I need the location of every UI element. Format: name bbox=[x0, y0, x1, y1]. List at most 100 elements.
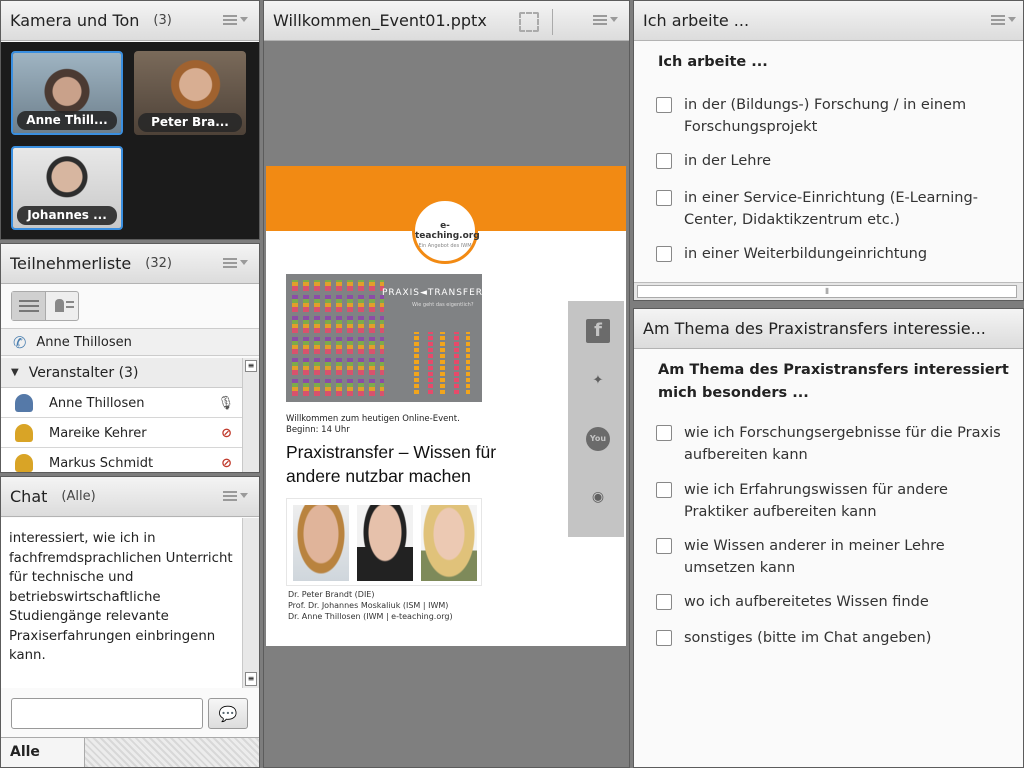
share-pod-header: Willkommen_Event01.pptx bbox=[264, 1, 629, 41]
checkbox[interactable] bbox=[656, 153, 672, 169]
checkbox[interactable] bbox=[656, 630, 672, 646]
speaker-name: Dr. Peter Brandt (DIE) bbox=[288, 590, 375, 599]
banner-bars bbox=[414, 332, 470, 394]
banner-subtitle: Wie geht das eigentlich? bbox=[412, 302, 474, 308]
poll-option-label: in der Lehre bbox=[684, 153, 772, 169]
card-view-icon[interactable] bbox=[46, 292, 79, 320]
user-icon bbox=[15, 454, 33, 472]
horizontal-scrollbar[interactable]: ⦀ bbox=[634, 282, 1023, 300]
camera-tile-johannes[interactable]: Johannes ... bbox=[11, 146, 123, 230]
social-bar: f ✦ You ◉ bbox=[568, 301, 624, 537]
poll-option[interactable]: wie Wissen anderer in meiner Lehre umset… bbox=[656, 535, 1015, 579]
slideshare-icon[interactable]: ◉ bbox=[586, 485, 610, 509]
poll-pod-title: Ich arbeite ... bbox=[643, 11, 750, 30]
list-item[interactable]: Mareike Kehrer ⊘ bbox=[1, 419, 242, 448]
poll-option-label: in einer Weiterbildungeinrichtung bbox=[684, 246, 928, 262]
list-item[interactable]: Markus Schmidt ⊘ bbox=[1, 449, 242, 472]
attendee-pod-title: Teilnehmerliste bbox=[10, 254, 132, 273]
view-toggle bbox=[11, 291, 79, 321]
chat-pod-header: Chat (Alle) bbox=[1, 477, 259, 517]
camera-tile-name: Peter Bra... bbox=[138, 113, 242, 132]
poll-pod-work: Ich arbeite ... Ich arbeite ... in der (… bbox=[633, 0, 1024, 301]
tab-all[interactable]: Alle bbox=[1, 738, 85, 767]
poll-option[interactable]: in der (Bildungs-) Forschung / in einem … bbox=[656, 94, 1015, 138]
poll-option-label: wie ich Erfahrungswissen für andere Prak… bbox=[684, 482, 948, 520]
poll-option-label: in der (Bildungs-) Forschung / in einem … bbox=[684, 97, 967, 135]
user-icon bbox=[15, 394, 33, 412]
pod-menu-icon[interactable] bbox=[223, 489, 249, 505]
checkbox[interactable] bbox=[656, 482, 672, 498]
checkbox[interactable] bbox=[656, 594, 672, 610]
logo-text: e-teaching.org bbox=[415, 221, 480, 241]
twitter-icon[interactable]: ✦ bbox=[586, 369, 610, 393]
poll-pod-title: Am Thema des Praxistransfers interessie.… bbox=[643, 319, 986, 338]
poll-option[interactable]: in einer Weiterbildungeinrichtung bbox=[656, 243, 1015, 265]
chat-pod-title: Chat bbox=[10, 487, 48, 506]
attendee-name: Anne Thillosen bbox=[49, 395, 145, 411]
speech-bubble-icon: 💬 bbox=[218, 705, 238, 723]
mic-muted-icon: ⊘ bbox=[221, 425, 232, 441]
microphone-icon: 🎙 bbox=[217, 395, 234, 411]
banner-title: PRAXIS◄TRANSFER bbox=[382, 288, 482, 298]
poll-option[interactable]: in der Lehre bbox=[656, 150, 1015, 172]
poll-option-label: wie Wissen anderer in meiner Lehre umset… bbox=[684, 538, 945, 576]
poll-option-label: wie ich Forschungsergebnisse für die Pra… bbox=[684, 425, 1001, 463]
checkbox[interactable] bbox=[656, 246, 672, 262]
send-chat-button[interactable]: 💬 bbox=[208, 698, 248, 729]
mic-muted-icon: ⊘ bbox=[221, 455, 232, 471]
list-item[interactable]: Anne Thillosen 🎙 bbox=[1, 389, 242, 418]
slide-headline-1: Praxistransfer – Wissen für bbox=[286, 442, 497, 462]
collapse-arrow-icon[interactable]: ▼ bbox=[11, 367, 19, 378]
pod-menu-icon[interactable] bbox=[593, 13, 619, 29]
poll-pod-interest: Am Thema des Praxistransfers interessie.… bbox=[633, 308, 1024, 768]
poll-pod-header: Ich arbeite ... bbox=[634, 1, 1023, 41]
attendee-pod: Teilnehmerliste (32) ✆ Anne Thillosen ▼ … bbox=[0, 243, 260, 473]
pod-menu-icon[interactable] bbox=[223, 256, 249, 272]
chat-messages: interessiert, wie ich in fachfremdsprach… bbox=[1, 518, 242, 688]
camera-pod: Kamera und Ton (3) Anne Thill... Peter B… bbox=[0, 0, 260, 240]
share-pod: Willkommen_Event01.pptx e-teaching.org E… bbox=[263, 0, 630, 768]
checkbox[interactable] bbox=[656, 97, 672, 113]
pod-menu-icon[interactable] bbox=[223, 13, 249, 29]
speaker-name: Prof. Dr. Johannes Moskaliuk (ISM | IWM) bbox=[288, 601, 449, 610]
poll-question: Am Thema des Praxistransfers interessier… bbox=[658, 362, 1009, 401]
fullscreen-icon[interactable] bbox=[519, 12, 539, 32]
phone-icon: ✆ bbox=[13, 332, 27, 352]
camera-area: Anne Thill... Peter Bra... Johannes ... bbox=[1, 42, 259, 239]
scroll-thumb[interactable]: ⦀ bbox=[637, 285, 1017, 298]
camera-tile-name: Anne Thill... bbox=[17, 111, 117, 130]
speaker-photos bbox=[286, 498, 482, 586]
attendee-scrollbar[interactable]: ≡ bbox=[242, 358, 259, 472]
share-pod-title: Willkommen_Event01.pptx bbox=[273, 11, 487, 30]
checkbox[interactable] bbox=[656, 538, 672, 554]
chat-input[interactable] bbox=[11, 698, 203, 729]
poll-option[interactable]: wo ich aufbereitetes Wissen finde bbox=[656, 591, 1015, 613]
camera-tile-name: Johannes ... bbox=[17, 206, 117, 225]
speaker-photo bbox=[293, 505, 349, 581]
speaker-photo bbox=[421, 505, 477, 581]
facebook-icon[interactable]: f bbox=[586, 319, 610, 343]
attendee-list: ▼ Veranstalter (3) Anne Thillosen 🎙 Mare… bbox=[1, 358, 259, 472]
camera-pod-header: Kamera und Ton (3) bbox=[1, 1, 259, 41]
scroll-thumb[interactable]: ≡ bbox=[245, 360, 257, 372]
banner-pattern bbox=[292, 280, 384, 396]
pod-menu-icon[interactable] bbox=[991, 13, 1017, 29]
chat-pod-count: (Alle) bbox=[61, 489, 96, 504]
youtube-icon[interactable]: You bbox=[586, 427, 610, 451]
scroll-thumb[interactable]: ≡ bbox=[245, 672, 257, 686]
list-view-icon[interactable] bbox=[12, 292, 46, 320]
active-speaker-name: Anne Thillosen bbox=[36, 334, 132, 350]
checkbox[interactable] bbox=[656, 190, 672, 206]
poll-option[interactable]: sonstiges (bitte im Chat angeben) bbox=[656, 627, 1015, 649]
chat-scrollbar[interactable]: ≡ bbox=[242, 518, 259, 688]
group-header-hosts[interactable]: ▼ Veranstalter (3) bbox=[1, 358, 242, 388]
poll-option[interactable]: wie ich Erfahrungswissen für andere Prak… bbox=[656, 479, 1015, 523]
poll-option[interactable]: in einer Service-Einrichtung (E-Learning… bbox=[656, 187, 1015, 231]
poll-option[interactable]: wie ich Forschungsergebnisse für die Pra… bbox=[656, 422, 1015, 466]
camera-pod-title: Kamera und Ton bbox=[10, 11, 140, 30]
attendee-pod-header: Teilnehmerliste (32) bbox=[1, 244, 259, 284]
camera-tile-peter[interactable]: Peter Bra... bbox=[134, 51, 246, 135]
checkbox[interactable] bbox=[656, 425, 672, 441]
poll-option-label: sonstiges (bitte im Chat angeben) bbox=[684, 630, 932, 646]
camera-tile-anne[interactable]: Anne Thill... bbox=[11, 51, 123, 135]
